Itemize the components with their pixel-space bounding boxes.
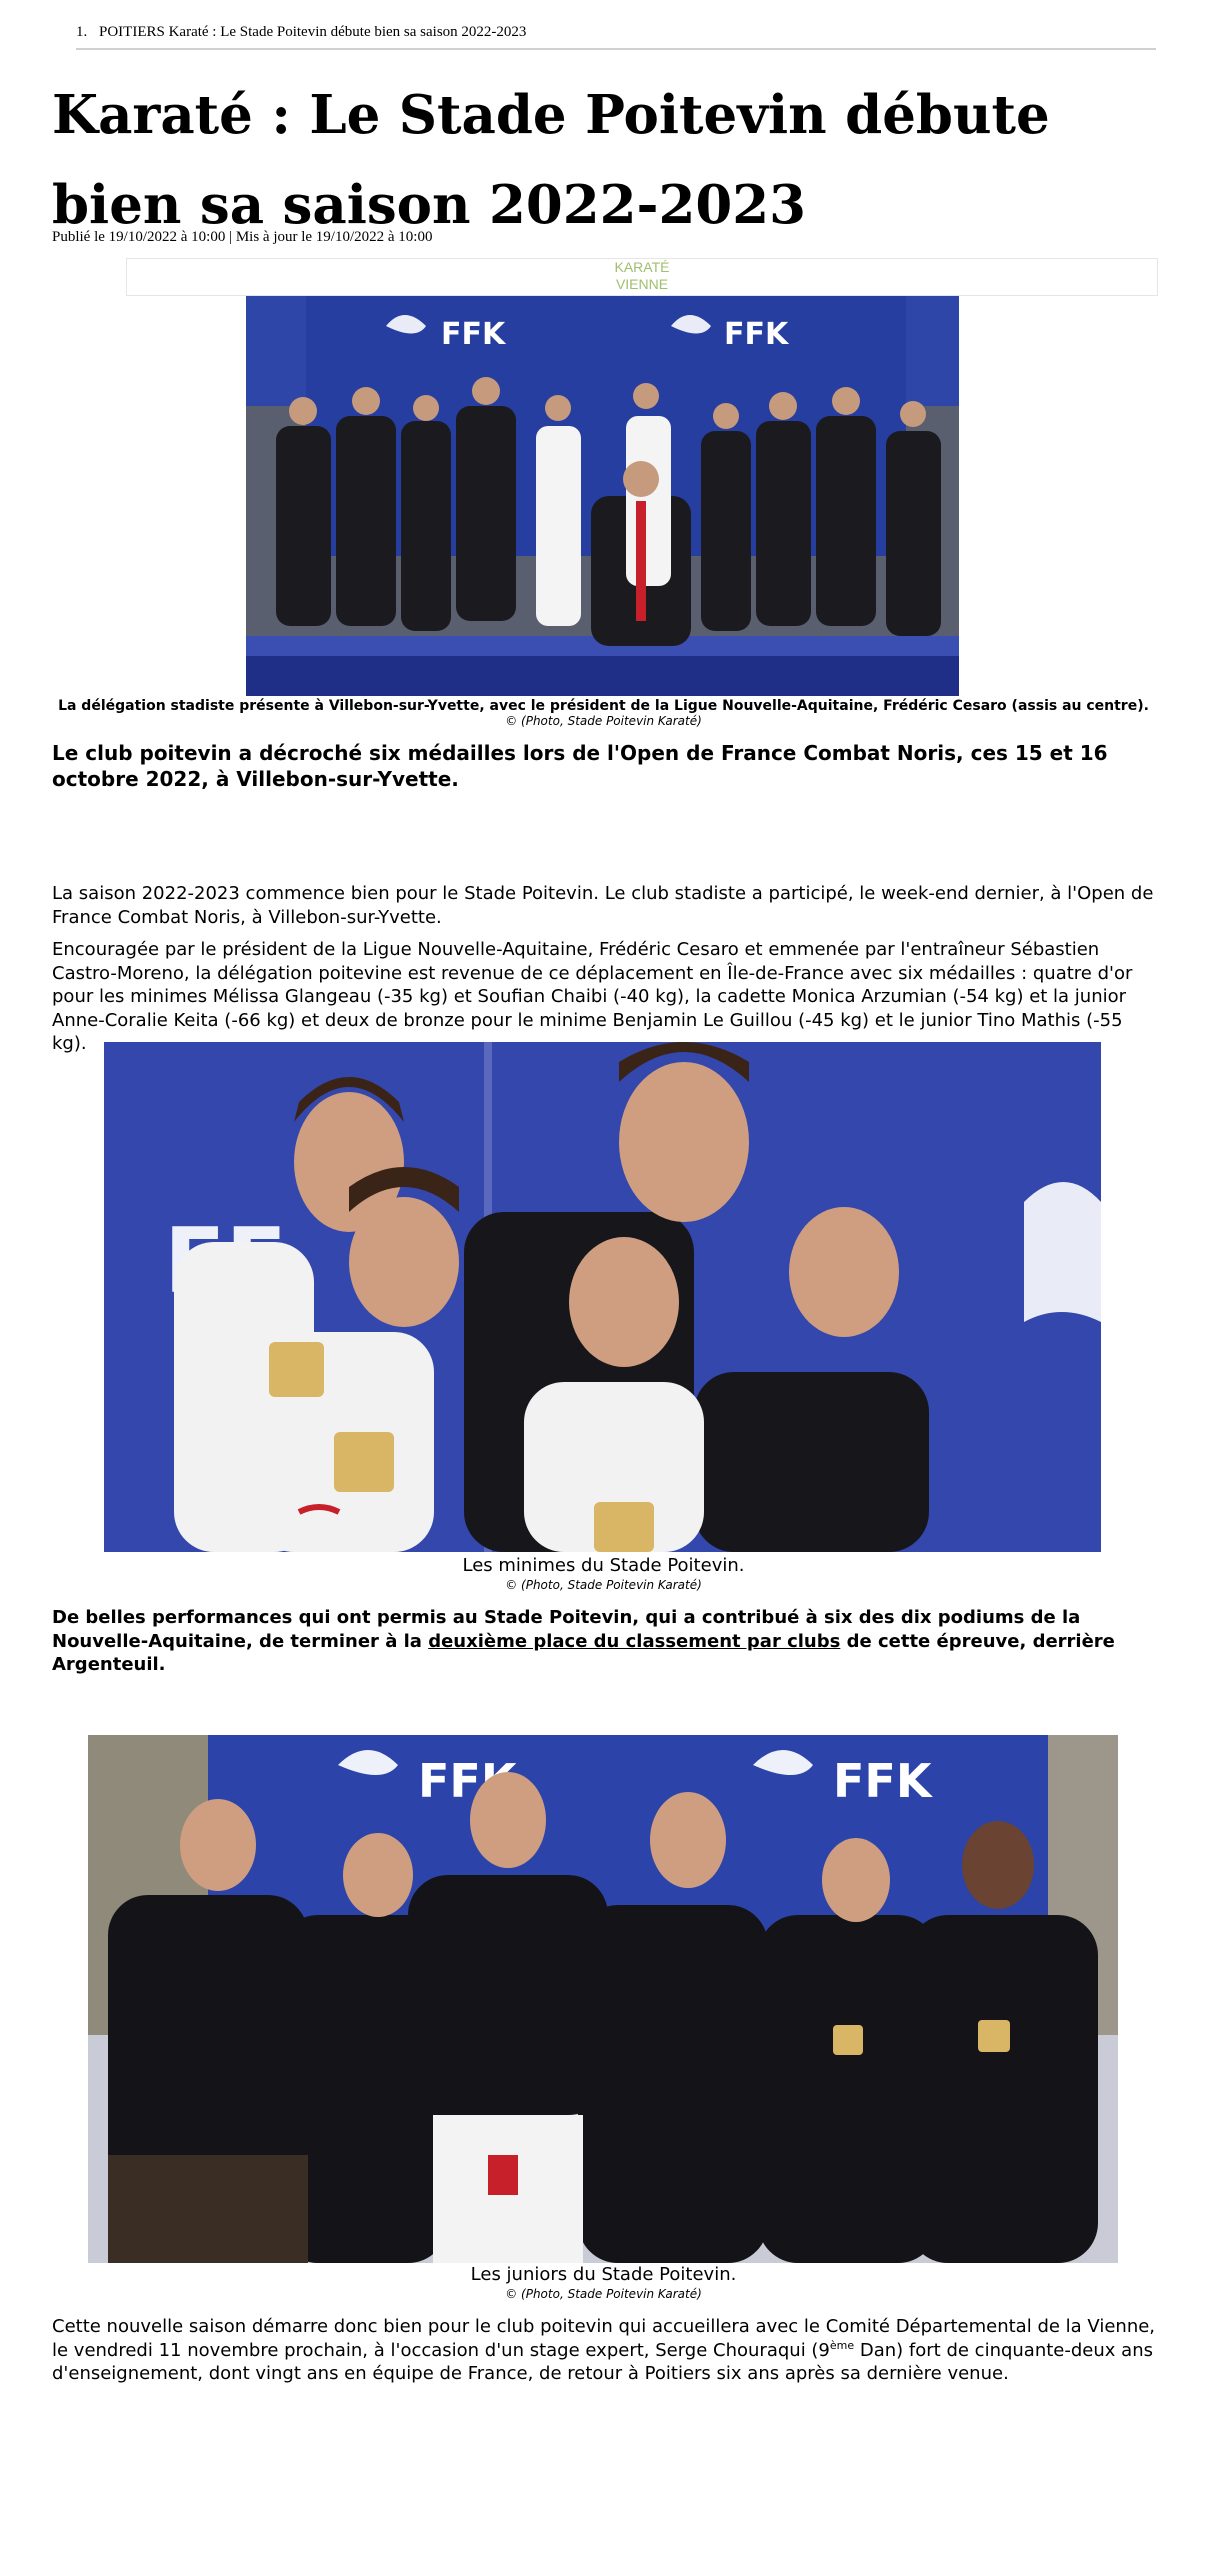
photo-juniors-caption: Les juniors du Stade Poitevin. bbox=[470, 2264, 737, 2285]
publish-date: Publié le 19/10/2022 à 10:00 | Mis à jou… bbox=[52, 229, 433, 245]
article-page: 1. POITIERS Karaté : Le Stade Poitevin d… bbox=[0, 0, 1207, 2560]
paragraph-2: Encouragée par le président de la Ligue … bbox=[52, 939, 1133, 1054]
banner-text-right: FFK bbox=[724, 317, 790, 352]
banner-text-right: FFK bbox=[833, 1754, 934, 1808]
photo-juniors-credit: © (Photo, Stade Poitevin Karaté) bbox=[505, 2287, 702, 2301]
breadcrumb-number: 1. bbox=[76, 24, 88, 40]
paragraph-3: De belles performances qui ont permis au… bbox=[52, 1606, 1162, 1677]
breadcrumb-link[interactable]: POITIERS Karaté : Le Stade Poitevin débu… bbox=[99, 24, 526, 40]
ordinal-suffix: ème bbox=[829, 2338, 855, 2352]
photo-minimes: FF bbox=[104, 1042, 1101, 1552]
photo-delegation: FFK FFK bbox=[246, 296, 959, 696]
photo-minimes-caption: Les minimes du Stade Poitevin. bbox=[462, 1555, 745, 1576]
paragraph-4: Cette nouvelle saison démarre donc bien … bbox=[52, 2315, 1162, 2386]
photo-delegation-credit: © (Photo, Stade Poitevin Karaté) bbox=[505, 714, 702, 728]
club-ranking-link[interactable]: deuxième place du classement par clubs bbox=[428, 1631, 840, 1652]
article-title: Karaté : Le Stade Poitevin débute bien s… bbox=[52, 84, 1050, 236]
article-lead: Le club poitevin a décroché six médaille… bbox=[52, 741, 1108, 791]
banner-text: FFK bbox=[441, 317, 507, 352]
tag-list: KARATÉ VIENNE bbox=[126, 258, 1158, 296]
breadcrumb: 1. POITIERS Karaté : Le Stade Poitevin d… bbox=[76, 24, 1156, 50]
tag-vienne[interactable]: VIENNE bbox=[127, 276, 1157, 293]
photo-minimes-credit: © (Photo, Stade Poitevin Karaté) bbox=[505, 1578, 702, 1592]
photo-delegation-caption: La délégation stadiste présente à Villeb… bbox=[58, 698, 1149, 714]
paragraph-1: La saison 2022-2023 commence bien pour l… bbox=[52, 883, 1154, 928]
photo-juniors: FFK FFK bbox=[88, 1735, 1118, 2263]
tag-karate[interactable]: KARATÉ bbox=[127, 259, 1157, 276]
